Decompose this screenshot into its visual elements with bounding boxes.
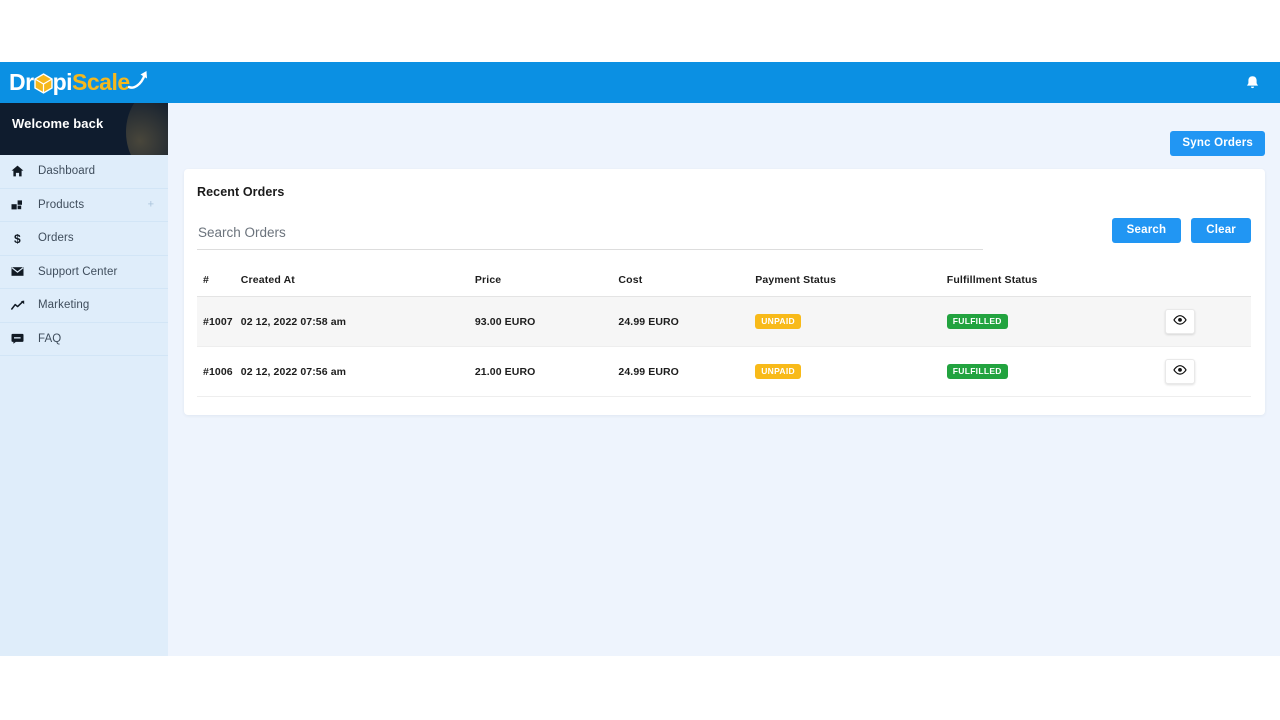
- orders-table: # Created At Price Cost Payment Status F…: [197, 270, 1251, 397]
- cell-created-at: 02 12, 2022 07:56 am: [240, 346, 475, 397]
- main-content: Sync Orders Recent Orders Search Clear #…: [168, 103, 1280, 656]
- logo-text-scale: Scale: [72, 69, 130, 95]
- sidebar-item-label: FAQ: [38, 332, 62, 345]
- cell-actions: [1142, 296, 1251, 347]
- grid-squares-icon: [11, 198, 29, 212]
- cell-fulfillment-status: FULFILLED: [946, 346, 1143, 397]
- sidebar-item-support-center[interactable]: Support Center: [0, 256, 168, 289]
- cell-order-id: #1007: [197, 296, 241, 347]
- notification-bell-icon[interactable]: [1241, 72, 1263, 94]
- sidebar-item-faq[interactable]: FAQ: [0, 323, 168, 356]
- status-badge: UNPAID: [755, 314, 801, 329]
- column-header-actions: [1142, 270, 1251, 297]
- eye-icon: [1172, 365, 1187, 378]
- cell-payment-status: UNPAID: [755, 346, 947, 397]
- chat-box-icon: [11, 332, 29, 346]
- column-header-id: #: [197, 270, 241, 297]
- sidebar-item-label: Marketing: [38, 299, 90, 312]
- orders-table-head: # Created At Price Cost Payment Status F…: [197, 270, 1251, 297]
- svg-text:$: $: [14, 232, 21, 245]
- status-badge: FULFILLED: [946, 364, 1008, 379]
- welcome-decoration: [126, 103, 168, 155]
- eye-icon: [1172, 315, 1187, 328]
- search-row: Search Clear: [197, 218, 1251, 257]
- dollar-icon: $: [11, 231, 29, 245]
- trending-up-icon: [11, 298, 29, 312]
- sidebar-item-label: Products: [38, 198, 85, 211]
- search-button[interactable]: Search: [1111, 218, 1182, 243]
- sidebar-item-label: Orders: [38, 232, 74, 245]
- logo-text-dr: Dr: [9, 69, 34, 95]
- cell-payment-status: UNPAID: [755, 296, 947, 347]
- sidebar: Welcome back Dashboard Products + $ Orde…: [0, 103, 168, 656]
- home-icon: [11, 164, 29, 178]
- sidebar-item-orders[interactable]: $ Orders: [0, 222, 168, 256]
- sidebar-item-marketing[interactable]: Marketing: [0, 289, 168, 323]
- orders-table-body: #1007 02 12, 2022 07:58 am 93.00 EURO 24…: [197, 296, 1251, 397]
- arrow-swoosh-icon: [127, 69, 149, 91]
- cell-price: 21.00 EURO: [474, 346, 619, 397]
- welcome-banner: Welcome back: [0, 103, 168, 155]
- view-order-button[interactable]: [1164, 359, 1195, 384]
- cell-actions: [1142, 346, 1251, 397]
- table-row[interactable]: #1007 02 12, 2022 07:58 am 93.00 EURO 24…: [197, 296, 1251, 347]
- column-header-created: Created At: [240, 270, 475, 297]
- table-row[interactable]: #1006 02 12, 2022 07:56 am 21.00 EURO 24…: [197, 346, 1251, 397]
- app-logo[interactable]: Dr pi Scale: [9, 69, 149, 95]
- view-order-button[interactable]: [1164, 309, 1195, 334]
- column-header-payment: Payment Status: [755, 270, 947, 297]
- welcome-text: Welcome back: [12, 116, 104, 131]
- table-header-row: # Created At Price Cost Payment Status F…: [197, 270, 1251, 297]
- sidebar-item-dashboard[interactable]: Dashboard: [0, 155, 168, 189]
- sidebar-item-products[interactable]: Products +: [0, 189, 168, 222]
- sidebar-item-label: Support Center: [38, 265, 118, 278]
- envelope-icon: [11, 265, 29, 279]
- cell-created-at: 02 12, 2022 07:58 am: [240, 296, 475, 347]
- cell-fulfillment-status: FULFILLED: [946, 296, 1143, 347]
- cell-price: 93.00 EURO: [474, 296, 619, 347]
- clear-button[interactable]: Clear: [1191, 218, 1251, 243]
- column-header-price: Price: [474, 270, 619, 297]
- sidebar-item-label: Dashboard: [38, 165, 96, 178]
- sync-orders-button[interactable]: Sync Orders: [1170, 131, 1265, 156]
- top-bar: Dr pi Scale: [0, 62, 1280, 103]
- cell-cost: 24.99 EURO: [618, 346, 756, 397]
- search-actions: Search Clear: [1111, 218, 1251, 243]
- cell-cost: 24.99 EURO: [618, 296, 756, 347]
- sidebar-nav: Dashboard Products + $ Orders Support Ce…: [0, 155, 168, 356]
- app-page: Dr pi Scale Welcome back Dashboard Produ…: [0, 62, 1280, 656]
- hexagon-box-icon: [33, 73, 53, 94]
- column-header-cost: Cost: [618, 270, 756, 297]
- sidebar-expander-plus-icon[interactable]: +: [148, 199, 154, 210]
- status-badge: UNPAID: [755, 364, 801, 379]
- cell-order-id: #1006: [197, 346, 241, 397]
- column-header-fulfillment: Fulfillment Status: [946, 270, 1143, 297]
- search-input[interactable]: [197, 225, 983, 250]
- page-title: Recent Orders: [197, 185, 285, 199]
- sync-orders-row: Sync Orders: [1170, 131, 1265, 156]
- recent-orders-card: Recent Orders Search Clear # Created At …: [184, 169, 1265, 415]
- logo-text-pi: pi: [52, 69, 73, 95]
- status-badge: FULFILLED: [946, 314, 1008, 329]
